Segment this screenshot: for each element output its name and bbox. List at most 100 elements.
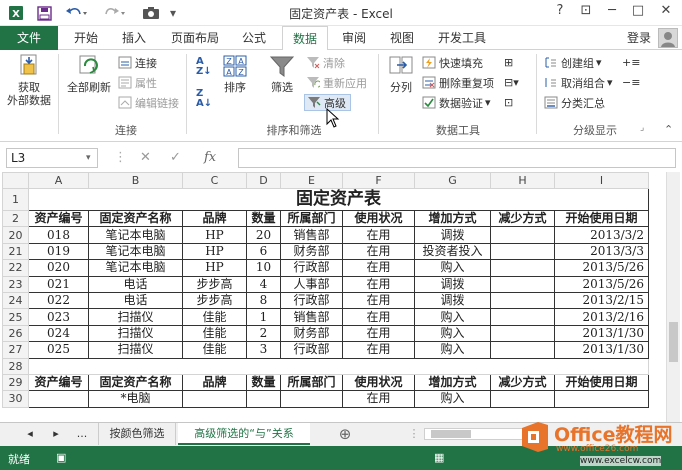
add-sheet-button[interactable]: ⊕ bbox=[334, 423, 356, 445]
sheet-tab-color-filter[interactable]: 按颜色筛选 bbox=[98, 423, 176, 445]
table-cell[interactable]: 在用 bbox=[342, 226, 415, 244]
criteria-cell[interactable] bbox=[246, 390, 281, 408]
table-cell[interactable]: 购入 bbox=[414, 259, 491, 277]
group-button[interactable]: 创建组 ▾ bbox=[544, 54, 602, 71]
filter-button[interactable]: 筛选 bbox=[262, 54, 302, 94]
tab-home[interactable]: 开始 bbox=[66, 26, 106, 50]
cancel-entry-icon[interactable]: ✕ bbox=[140, 150, 151, 165]
confirm-entry-icon[interactable]: ✓ bbox=[170, 150, 181, 165]
row-header[interactable]: 28 bbox=[2, 357, 29, 375]
table-cell[interactable]: 销售部 bbox=[280, 226, 343, 244]
sort-descending-button[interactable]: Z A↓ bbox=[196, 88, 212, 108]
table-cell[interactable] bbox=[490, 242, 555, 261]
table-cell[interactable]: 财务部 bbox=[280, 324, 343, 343]
table-cell[interactable] bbox=[490, 291, 555, 310]
criteria-cell[interactable]: 在用 bbox=[342, 390, 415, 408]
criteria-header-cell[interactable]: 使用状况 bbox=[342, 373, 415, 392]
avatar[interactable] bbox=[658, 28, 678, 48]
hide-detail-icon[interactable]: −≡ bbox=[622, 74, 640, 91]
table-cell[interactable]: HP bbox=[182, 259, 247, 277]
row-header[interactable]: 30 bbox=[2, 390, 29, 408]
ungroup-dropdown-icon[interactable]: ▾ bbox=[607, 76, 613, 89]
table-cell[interactable]: 销售部 bbox=[280, 308, 343, 326]
sheet-title-cell[interactable]: 固定资产表 bbox=[28, 188, 649, 211]
criteria-header-cell[interactable]: 开始使用日期 bbox=[554, 373, 649, 392]
tab-split-icon[interactable]: ⋮ bbox=[406, 423, 422, 445]
login-link[interactable]: 登录 bbox=[624, 26, 654, 50]
table-cell[interactable]: 扫描仪 bbox=[88, 341, 183, 359]
header-cell[interactable]: 所属部门 bbox=[280, 209, 343, 228]
row-header[interactable]: 22 bbox=[2, 259, 29, 277]
table-cell[interactable]: 2013/1/30 bbox=[554, 341, 649, 359]
table-cell[interactable]: 2013/2/15 bbox=[554, 291, 649, 310]
table-cell[interactable]: 调拨 bbox=[414, 275, 491, 293]
table-cell[interactable]: 佳能 bbox=[182, 324, 247, 343]
reapply-button[interactable]: 重新应用 bbox=[306, 74, 367, 91]
subtotal-button[interactable]: 分类汇总 bbox=[544, 94, 605, 111]
column-header[interactable]: H bbox=[490, 172, 555, 189]
table-cell[interactable]: 8 bbox=[246, 291, 281, 310]
name-box-dropdown-icon[interactable]: ▾ bbox=[86, 153, 91, 163]
column-header[interactable]: D bbox=[246, 172, 281, 189]
refresh-all-button[interactable]: 全部刷新 bbox=[64, 54, 114, 94]
table-cell[interactable] bbox=[490, 226, 555, 244]
table-cell[interactable]: 笔记本电脑 bbox=[88, 226, 183, 244]
table-cell[interactable]: 2013/5/26 bbox=[554, 259, 649, 277]
table-cell[interactable]: 2013/5/26 bbox=[554, 275, 649, 293]
table-cell[interactable]: 在用 bbox=[342, 275, 415, 293]
table-cell[interactable]: 调拨 bbox=[414, 291, 491, 310]
select-all-corner[interactable] bbox=[2, 172, 29, 189]
table-cell[interactable]: 笔记本电脑 bbox=[88, 259, 183, 277]
relationships-icon[interactable]: ⊡ bbox=[504, 94, 513, 111]
table-cell[interactable]: 购入 bbox=[414, 308, 491, 326]
table-cell[interactable]: 020 bbox=[28, 259, 89, 277]
collapse-ribbon-icon[interactable]: ⌃ bbox=[664, 123, 673, 136]
table-cell[interactable]: 2013/3/3 bbox=[554, 242, 649, 261]
text-to-columns-button[interactable]: 分列 bbox=[384, 54, 418, 94]
table-cell[interactable]: 在用 bbox=[342, 324, 415, 343]
blank-cell[interactable] bbox=[28, 357, 649, 375]
header-cell[interactable]: 开始使用日期 bbox=[554, 209, 649, 228]
table-cell[interactable] bbox=[490, 308, 555, 326]
table-cell[interactable]: 步步高 bbox=[182, 275, 247, 293]
row-header[interactable]: 27 bbox=[2, 341, 29, 359]
table-cell[interactable]: 2013/3/2 bbox=[554, 226, 649, 244]
header-cell[interactable]: 增加方式 bbox=[414, 209, 491, 228]
criteria-header-cell[interactable]: 增加方式 bbox=[414, 373, 491, 392]
table-cell[interactable]: 20 bbox=[246, 226, 281, 244]
table-cell[interactable]: 电话 bbox=[88, 275, 183, 293]
table-cell[interactable]: 025 bbox=[28, 341, 89, 359]
table-cell[interactable]: 022 bbox=[28, 291, 89, 310]
table-cell[interactable]: 步步高 bbox=[182, 291, 247, 310]
criteria-header-cell[interactable]: 数量 bbox=[246, 373, 281, 392]
header-cell[interactable]: 品牌 bbox=[182, 209, 247, 228]
maximize-button[interactable]: □ bbox=[626, 3, 650, 23]
criteria-header-cell[interactable]: 品牌 bbox=[182, 373, 247, 392]
table-cell[interactable]: 人事部 bbox=[280, 275, 343, 293]
more-sheets-button[interactable]: ... bbox=[72, 423, 92, 445]
table-cell[interactable]: 调拨 bbox=[414, 226, 491, 244]
header-cell[interactable]: 减少方式 bbox=[490, 209, 555, 228]
column-header[interactable]: B bbox=[88, 172, 183, 189]
table-cell[interactable]: 1 bbox=[246, 308, 281, 326]
row-header[interactable]: 23 bbox=[2, 275, 29, 293]
row-header[interactable]: 21 bbox=[2, 242, 29, 261]
table-cell[interactable]: 6 bbox=[246, 242, 281, 261]
table-cell[interactable]: HP bbox=[182, 226, 247, 244]
connections-button[interactable]: 连接 bbox=[118, 54, 157, 71]
row-header[interactable]: 26 bbox=[2, 324, 29, 343]
group-dropdown-icon[interactable]: ▾ bbox=[596, 56, 602, 69]
row-header[interactable]: 29 bbox=[2, 373, 29, 392]
criteria-header-cell[interactable]: 资产编号 bbox=[28, 373, 89, 392]
worksheet-grid[interactable]: A B C D E F G H I 1 固定资产表 2 资产编号 固定资产名称 … bbox=[0, 172, 682, 422]
ungroup-button[interactable]: 取消组合 ▾ bbox=[544, 74, 613, 91]
header-cell[interactable]: 使用状况 bbox=[342, 209, 415, 228]
help-button[interactable]: ? bbox=[548, 3, 572, 23]
consolidate-icon[interactable]: ⊞ bbox=[504, 54, 513, 71]
tab-review[interactable]: 审阅 bbox=[336, 26, 372, 50]
table-cell[interactable]: 购入 bbox=[414, 341, 491, 359]
criteria-cell[interactable]: *电脑 bbox=[88, 390, 183, 408]
table-cell[interactable]: 4 bbox=[246, 275, 281, 293]
table-cell[interactable]: 在用 bbox=[342, 341, 415, 359]
column-header[interactable]: I bbox=[554, 172, 649, 189]
